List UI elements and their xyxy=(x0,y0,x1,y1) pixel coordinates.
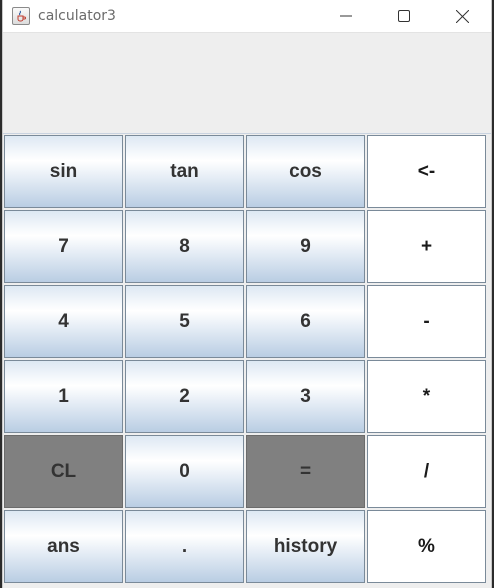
digit-5-button[interactable]: 5 xyxy=(125,285,244,358)
maximize-icon[interactable] xyxy=(375,0,433,32)
digit-0-button[interactable]: 0 xyxy=(125,435,244,508)
calculator-window: calculator3 sin tan cos <- 7 8 9 +4 5 6- 1 2 3 * CL 0 = /… xyxy=(2,0,492,588)
window-title: calculator3 xyxy=(38,8,116,24)
close-icon[interactable] xyxy=(433,0,491,32)
history-button[interactable]: history xyxy=(246,510,365,583)
digit-7-button[interactable]: 7 xyxy=(4,210,123,283)
equals-button[interactable]: = xyxy=(246,435,365,508)
digit-2-button[interactable]: 2 xyxy=(125,360,244,433)
divide-button[interactable]: / xyxy=(367,435,486,508)
window-controls xyxy=(317,0,491,32)
percent-button[interactable]: % xyxy=(367,510,486,583)
digit-6-button[interactable]: 6 xyxy=(246,285,365,358)
keypad: sin tan cos <- 7 8 9 +4 5 6- 1 2 3 * CL 0 = / ans. history% xyxy=(3,134,487,584)
title-bar: calculator3 xyxy=(3,0,491,33)
digit-9-button[interactable]: 9 xyxy=(246,210,365,283)
java-cup-icon xyxy=(12,7,30,25)
tan-button[interactable]: tan xyxy=(125,135,244,208)
ans-button[interactable]: ans xyxy=(4,510,123,583)
sin-button[interactable]: sin xyxy=(4,135,123,208)
result-display xyxy=(3,33,491,134)
subtract-button[interactable]: - xyxy=(367,285,486,358)
digit-3-button[interactable]: 3 xyxy=(246,360,365,433)
clear-button[interactable]: CL xyxy=(4,435,123,508)
cos-button[interactable]: cos xyxy=(246,135,365,208)
digit-4-button[interactable]: 4 xyxy=(4,285,123,358)
add-button[interactable]: + xyxy=(367,210,486,283)
decimal-button[interactable]: . xyxy=(125,510,244,583)
digit-8-button[interactable]: 8 xyxy=(125,210,244,283)
digit-1-button[interactable]: 1 xyxy=(4,360,123,433)
minimize-icon[interactable] xyxy=(317,0,375,32)
multiply-button[interactable]: * xyxy=(367,360,486,433)
backspace-button[interactable]: <- xyxy=(367,135,486,208)
